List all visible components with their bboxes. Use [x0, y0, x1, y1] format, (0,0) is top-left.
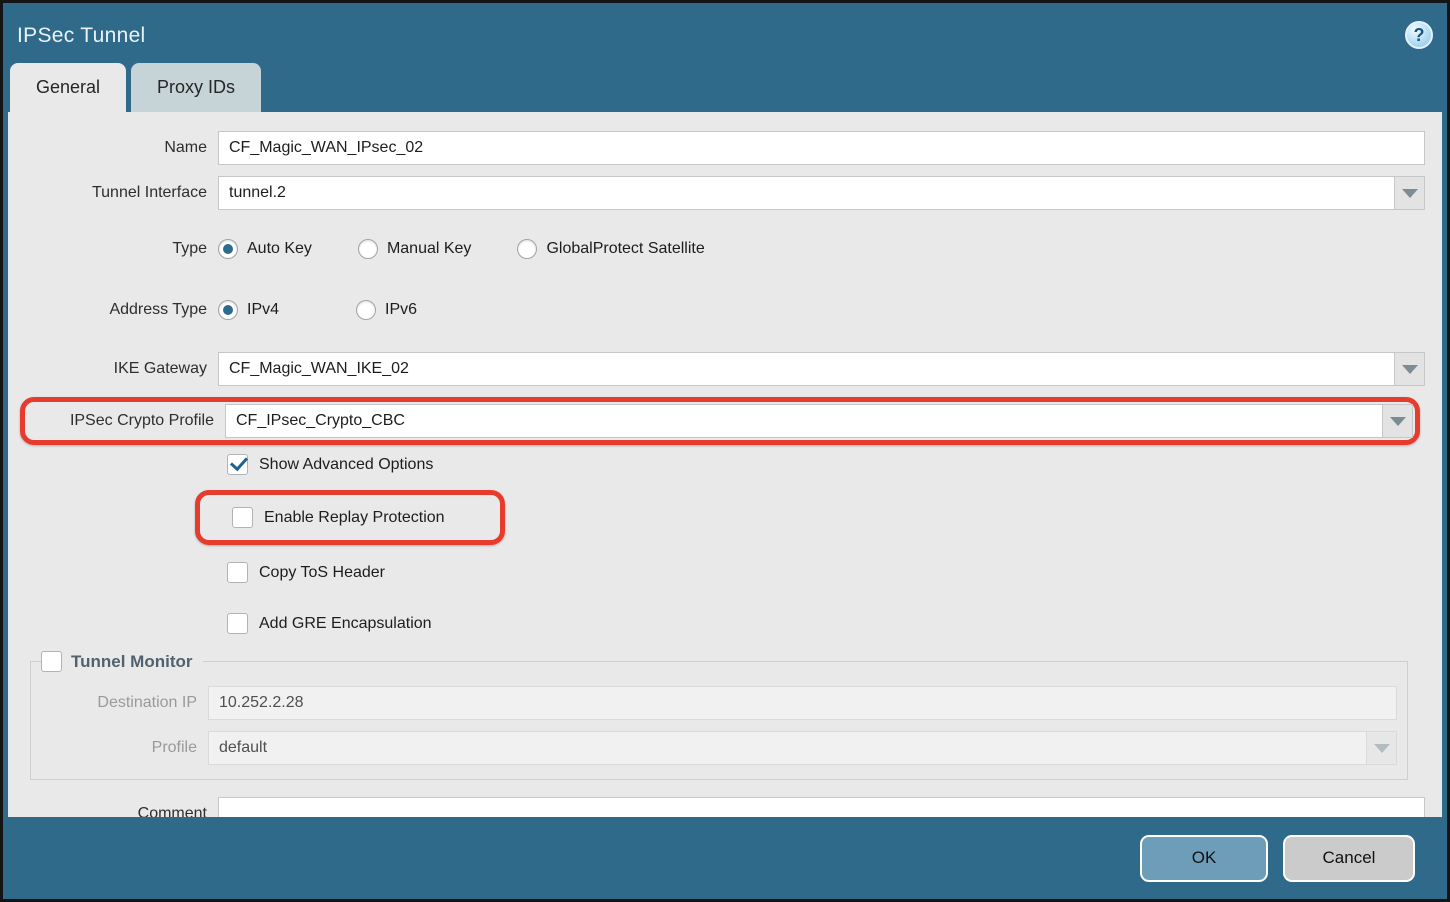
- name-input[interactable]: [218, 131, 1425, 165]
- radio-ipv4[interactable]: IPv4: [218, 300, 310, 320]
- ike-gateway-dropdown-button[interactable]: [1394, 352, 1425, 386]
- copy-tos-header-checkbox-row[interactable]: Copy ToS Header: [227, 559, 1425, 586]
- tab-general[interactable]: General: [10, 63, 126, 112]
- tunnel-interface-dropdown-button[interactable]: [1394, 176, 1425, 210]
- type-row: Type Auto Key Manual Key GlobalProtect S…: [8, 227, 1425, 271]
- destination-ip-label: Destination IP: [31, 694, 208, 712]
- tunnel-monitor-group: Tunnel Monitor Destination IP Profile: [30, 651, 1408, 780]
- show-advanced-options-checkbox-row[interactable]: Show Advanced Options: [227, 451, 1425, 478]
- general-tab-panel: Name Tunnel Interface Type Auto Key: [8, 112, 1442, 817]
- ipsec-crypto-profile-dropdown-button[interactable]: [1382, 404, 1413, 438]
- radio-selected-icon: [218, 300, 238, 320]
- titlebar: IPSec Tunnel ?: [3, 3, 1447, 63]
- tunnel-monitor-label: Tunnel Monitor: [71, 652, 193, 672]
- chevron-down-icon: [1402, 365, 1418, 374]
- profile-label: Profile: [31, 739, 208, 757]
- dialog-footer: OK Cancel: [3, 817, 1447, 899]
- name-row: Name: [8, 131, 1425, 165]
- radio-globalprotect-satellite[interactable]: GlobalProtect Satellite: [517, 239, 704, 259]
- tab-proxy-ids[interactable]: Proxy IDs: [131, 63, 261, 112]
- type-label: Type: [8, 240, 218, 258]
- radio-icon: [356, 300, 376, 320]
- chevron-down-icon: [1402, 189, 1418, 198]
- checkbox-icon[interactable]: [232, 507, 253, 528]
- radio-selected-icon: [218, 239, 238, 259]
- name-label: Name: [8, 139, 218, 157]
- radio-manual-key[interactable]: Manual Key: [358, 239, 472, 259]
- red-highlight-annotation-replay: Enable Replay Protection: [195, 490, 505, 545]
- radio-icon: [517, 239, 537, 259]
- comment-row: Comment: [8, 797, 1425, 817]
- tab-bar: General Proxy IDs: [3, 63, 1447, 112]
- ike-gateway-label: IKE Gateway: [8, 360, 218, 378]
- ipsec-crypto-profile-input[interactable]: [225, 404, 1382, 438]
- tunnel-interface-row: Tunnel Interface: [8, 176, 1425, 210]
- ipsec-crypto-profile-row: IPSec Crypto Profile: [27, 404, 1413, 438]
- destination-ip-input: [208, 686, 1397, 720]
- dialog-title: IPSec Tunnel: [17, 18, 146, 48]
- comment-input[interactable]: [218, 797, 1425, 817]
- tunnel-interface-input[interactable]: [218, 176, 1394, 210]
- radio-ipv6[interactable]: IPv6: [356, 300, 417, 320]
- chevron-down-icon: [1390, 417, 1406, 426]
- ipsec-tunnel-dialog: IPSec Tunnel ? General Proxy IDs Name Tu…: [0, 0, 1450, 902]
- tunnel-interface-label: Tunnel Interface: [8, 184, 218, 202]
- checkbox-icon[interactable]: [227, 562, 248, 583]
- radio-auto-key[interactable]: Auto Key: [218, 239, 312, 259]
- cancel-button[interactable]: Cancel: [1283, 835, 1415, 882]
- comment-label: Comment: [8, 805, 218, 817]
- profile-input: [208, 731, 1366, 765]
- radio-icon: [358, 239, 378, 259]
- tunnel-monitor-checkbox-icon[interactable]: [41, 651, 62, 672]
- chevron-down-icon: [1374, 744, 1390, 753]
- ike-gateway-input[interactable]: [218, 352, 1394, 386]
- enable-replay-protection-checkbox-row[interactable]: Enable Replay Protection: [232, 504, 500, 531]
- ipsec-crypto-profile-label: IPSec Crypto Profile: [27, 412, 225, 430]
- address-type-label: Address Type: [8, 301, 218, 319]
- destination-ip-row: Destination IP: [31, 686, 1397, 720]
- help-icon[interactable]: ?: [1405, 21, 1433, 49]
- ike-gateway-row: IKE Gateway: [8, 352, 1425, 386]
- checkbox-icon[interactable]: [227, 613, 248, 634]
- add-gre-encapsulation-checkbox-row[interactable]: Add GRE Encapsulation: [227, 610, 1425, 637]
- profile-row: Profile: [31, 731, 1397, 765]
- red-highlight-annotation-crypto: IPSec Crypto Profile: [20, 397, 1420, 445]
- ok-button[interactable]: OK: [1140, 835, 1268, 882]
- profile-dropdown-button: [1366, 731, 1397, 765]
- address-type-row: Address Type IPv4 IPv6: [8, 288, 1425, 332]
- checkbox-checked-icon[interactable]: [227, 454, 248, 475]
- tunnel-monitor-legend: Tunnel Monitor: [41, 651, 203, 672]
